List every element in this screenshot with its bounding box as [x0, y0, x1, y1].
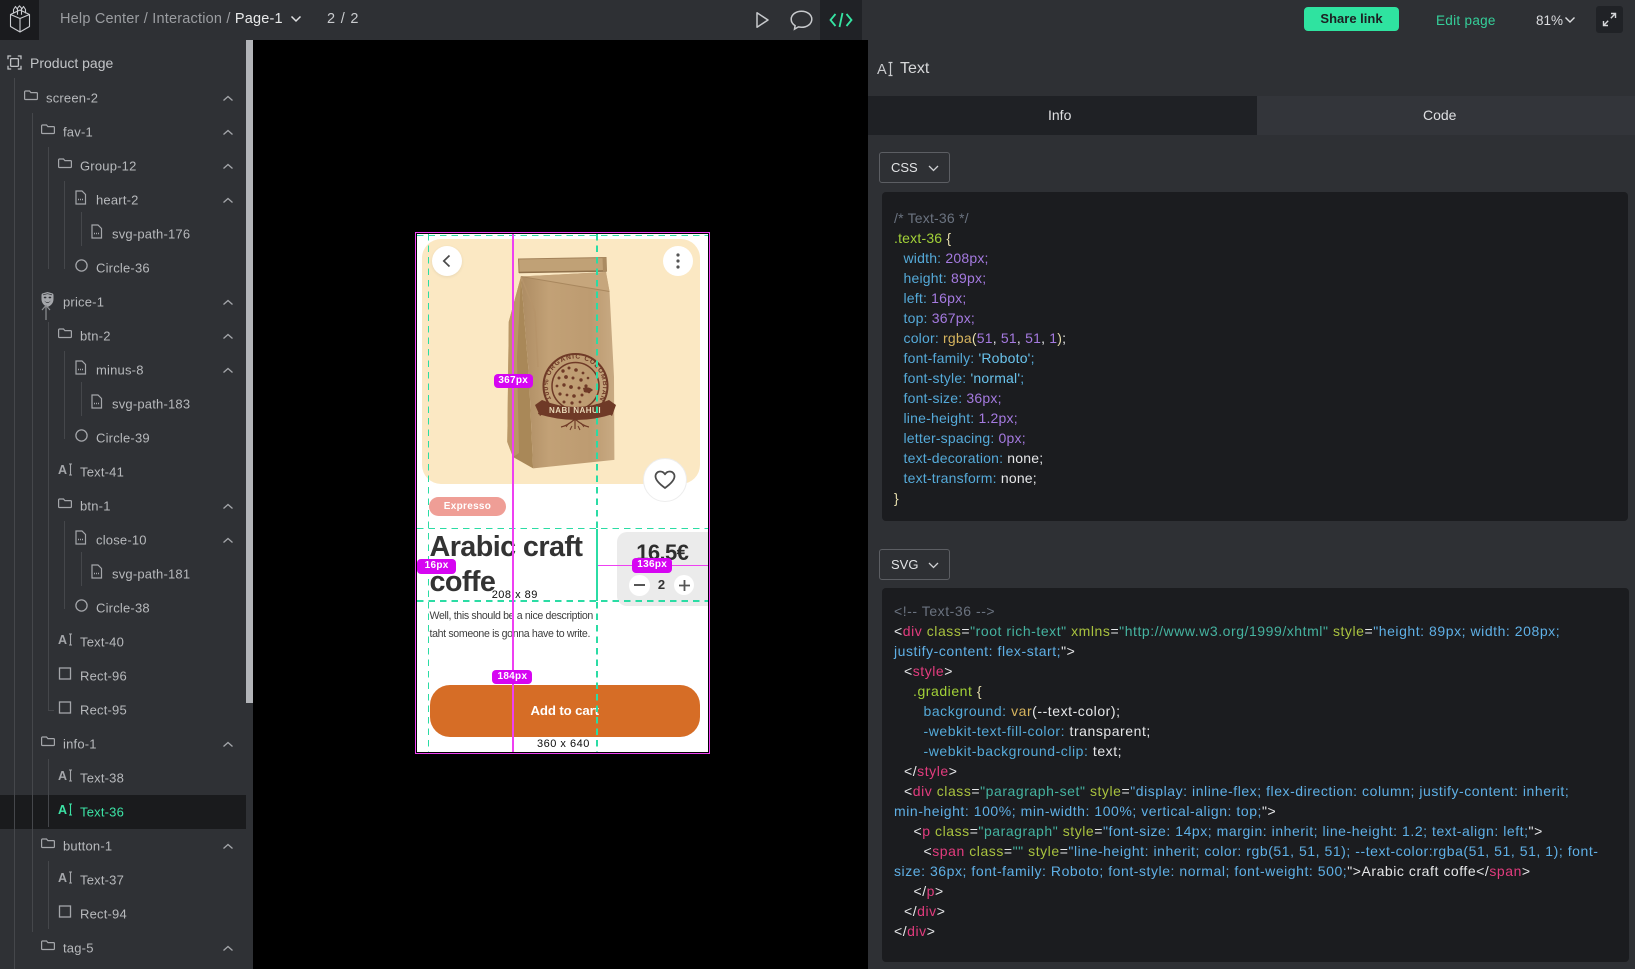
svg-text:A: A: [58, 633, 67, 647]
svg-text:A: A: [58, 769, 67, 783]
svg-text:A: A: [58, 803, 67, 817]
svg-text:A: A: [58, 871, 67, 885]
svg-text:A: A: [58, 463, 67, 477]
svg-text:A: A: [877, 62, 887, 77]
